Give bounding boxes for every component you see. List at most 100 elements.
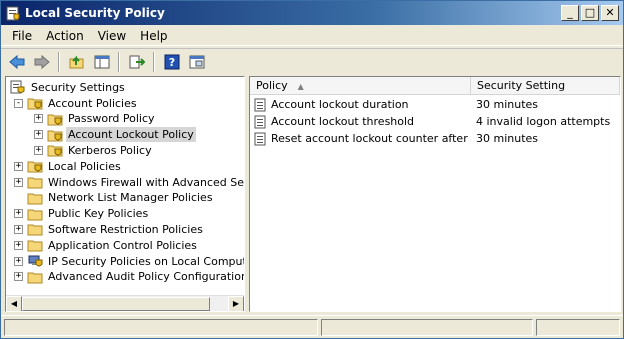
- security-policy-app-icon: [6, 6, 20, 21]
- minimize-button[interactable]: _: [561, 5, 579, 21]
- policy-name-cell: Account lockout duration: [254, 98, 409, 112]
- collapse-icon[interactable]: -: [14, 98, 23, 108]
- help-button[interactable]: ?: [160, 51, 183, 73]
- tree-root-label: Security Settings: [31, 80, 125, 94]
- policy-name: Account lockout threshold: [271, 115, 415, 128]
- policy-icon: [254, 98, 266, 111]
- menu-bar: File Action View Help: [1, 26, 623, 46]
- status-bar: [1, 315, 623, 338]
- tree-item-local-policies[interactable]: + Local Policies: [14, 158, 123, 174]
- expand-icon[interactable]: +: [14, 177, 23, 187]
- policy-name-cell: Reset account lockout counter after: [254, 132, 468, 146]
- tree-item-windows-firewall-with-advanced-security[interactable]: + Windows Firewall with Advanced Security: [14, 174, 244, 190]
- expand-icon[interactable]: +: [34, 114, 43, 124]
- details-pane[interactable]: Policy ▲ Security Setting Account lockout…: [249, 76, 621, 312]
- policy-setting: 30 minutes: [476, 132, 539, 145]
- window-controls: _ □ ✕: [561, 5, 619, 21]
- tree-item-label: Software Restriction Policies: [48, 222, 203, 236]
- column-header-security-setting[interactable]: Security Setting: [471, 77, 620, 95]
- tree-item-advanced-audit-policy-configuration[interactable]: + Advanced Audit Policy Configuration: [14, 269, 244, 285]
- expand-icon[interactable]: +: [14, 224, 23, 234]
- tree-item-password-policy[interactable]: + Password Policy: [34, 111, 157, 127]
- export-list-button[interactable]: [125, 51, 148, 73]
- tree-item-label: IP Security Policies on Local Computer: [48, 254, 244, 268]
- scroll-left-button[interactable]: ◀: [6, 296, 22, 311]
- policy-row[interactable]: Reset account lockout counter after 30 mi…: [250, 130, 620, 147]
- scroll-thumb[interactable]: [22, 297, 210, 311]
- status-cell-tertiary: [536, 319, 620, 336]
- folder-icon: [27, 193, 43, 205]
- security-settings-icon: [10, 80, 25, 94]
- tree-item-public-key-policies[interactable]: + Public Key Policies: [14, 206, 150, 222]
- forward-button[interactable]: [30, 51, 53, 73]
- tree-item-label: Account Policies: [48, 96, 137, 110]
- close-button[interactable]: ✕: [601, 5, 619, 21]
- menu-action[interactable]: Action: [39, 26, 91, 46]
- tree-item-kerberos-policy[interactable]: + Kerberos Policy: [34, 142, 154, 158]
- properties-button[interactable]: [185, 51, 208, 73]
- expand-icon[interactable]: +: [34, 145, 43, 155]
- tree-item-application-control-policies[interactable]: + Application Control Policies: [14, 237, 199, 253]
- menu-help[interactable]: Help: [133, 26, 174, 46]
- folder-shield-icon: [47, 130, 63, 142]
- policy-name-cell: Account lockout threshold: [254, 115, 414, 129]
- policy-setting: 30 minutes: [476, 98, 539, 111]
- menu-file[interactable]: File: [5, 26, 39, 46]
- expand-icon[interactable]: +: [34, 130, 43, 140]
- folder-shield-icon: [47, 114, 63, 126]
- scroll-right-button[interactable]: ▶: [228, 296, 244, 311]
- menu-view[interactable]: View: [91, 26, 133, 46]
- policy-setting: 4 invalid logon attempts: [476, 115, 611, 128]
- tree-item-software-restriction-policies[interactable]: + Software Restriction Policies: [14, 221, 205, 237]
- expand-icon[interactable]: +: [14, 272, 23, 282]
- policy-row[interactable]: Account lockout duration 30 minutes: [250, 96, 620, 113]
- up-folder-icon: [69, 55, 83, 68]
- tree-item-network-list-manager-policies[interactable]: Network List Manager Policies: [14, 190, 215, 206]
- back-button[interactable]: [5, 51, 28, 73]
- tree-item-label: Password Policy: [68, 112, 155, 126]
- policy-row[interactable]: Account lockout threshold 4 invalid logon…: [250, 113, 620, 130]
- toolbar-separator: [153, 51, 155, 72]
- tree-item-account-lockout-policy[interactable]: + Account Lockout Policy: [34, 127, 196, 143]
- column-header-setting-label: Security Setting: [477, 79, 566, 92]
- title-bar[interactable]: Local Security Policy _ □ ✕: [1, 1, 623, 25]
- maximize-button[interactable]: □: [581, 5, 599, 21]
- export-list-icon: [129, 55, 145, 68]
- folder-icon: [27, 272, 43, 284]
- policy-icon: [254, 115, 266, 128]
- column-header-policy[interactable]: Policy ▲: [250, 77, 471, 95]
- tree-item-label: Network List Manager Policies: [48, 191, 213, 205]
- toolbar: ?: [1, 48, 623, 74]
- tree-item-account-policies[interactable]: - Account Policies: [14, 95, 139, 111]
- status-cell-main: [4, 319, 318, 336]
- tree-item-ip-security-policies-on-local-computer[interactable]: + IP Security Policies on Local Computer: [14, 253, 244, 269]
- tree-item-label: Windows Firewall with Advanced Security: [48, 175, 244, 189]
- folder-icon: [27, 224, 43, 236]
- column-header-policy-label: Policy: [256, 79, 288, 92]
- tree-root-security-settings[interactable]: Security Settings: [10, 79, 127, 95]
- sort-ascending-icon: ▲: [297, 82, 304, 91]
- folder-icon: [27, 240, 43, 252]
- expand-icon[interactable]: +: [14, 209, 23, 219]
- tree-item-label: Kerberos Policy: [68, 143, 152, 157]
- folder-icon: [27, 177, 43, 189]
- tree-pane[interactable]: Security Settings - Account Policies + Pass…: [5, 76, 245, 312]
- tree-item-label: Application Control Policies: [48, 238, 197, 252]
- svg-text:?: ?: [168, 56, 174, 69]
- expand-icon[interactable]: +: [14, 240, 23, 250]
- policy-name: Reset account lockout counter after: [271, 132, 468, 145]
- window-title: Local Security Policy: [25, 6, 165, 20]
- tree-horizontal-scrollbar[interactable]: ◀ ▶: [6, 295, 244, 311]
- policy-name: Account lockout duration: [271, 98, 409, 111]
- tree-item-label: Local Policies: [48, 159, 121, 173]
- tree-item-label: Account Lockout Policy: [66, 127, 196, 143]
- up-one-level-button[interactable]: [65, 51, 88, 73]
- policy-icon: [254, 132, 266, 145]
- expand-icon[interactable]: +: [14, 161, 23, 171]
- show-hide-tree-button[interactable]: [90, 51, 113, 73]
- properties-icon: [189, 55, 204, 68]
- ip-security-icon: [28, 255, 43, 267]
- status-cell-secondary: [321, 319, 533, 336]
- expand-icon[interactable]: +: [14, 256, 23, 266]
- help-icon: ?: [164, 54, 179, 69]
